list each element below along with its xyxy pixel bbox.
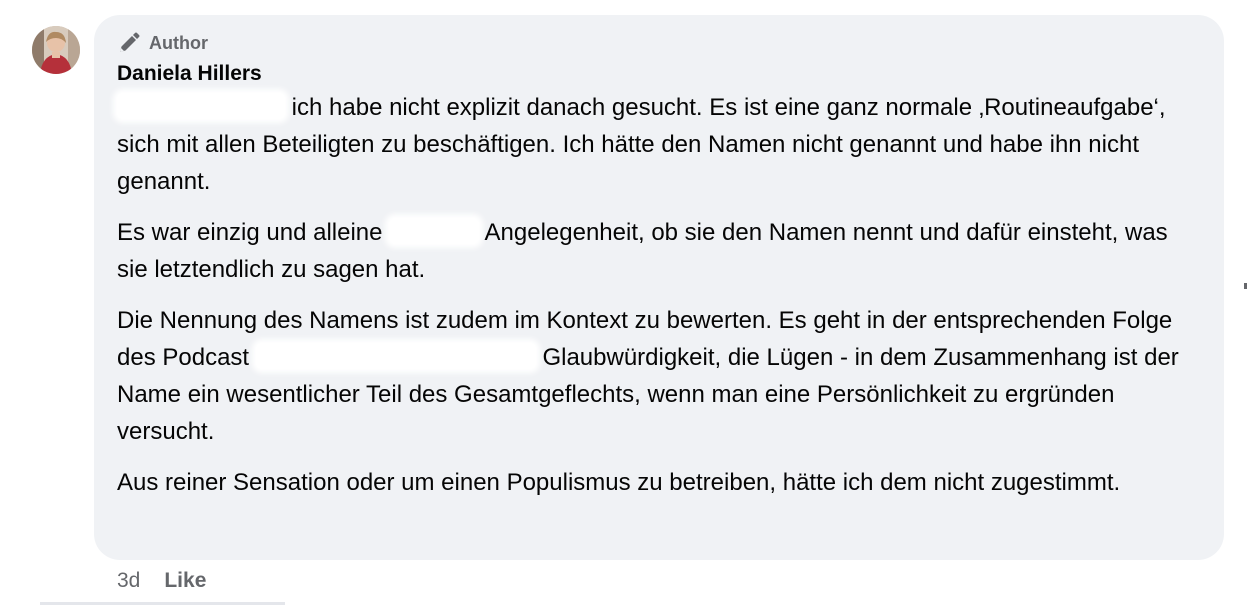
comment: Author Daniela Hillers ich habe nicht ex…	[0, 0, 1250, 608]
author-badge: Author	[117, 29, 1204, 57]
reply-divider	[40, 602, 285, 605]
comment-bubble: Author Daniela Hillers ich habe nicht ex…	[94, 15, 1224, 560]
comment-timestamp[interactable]: 3d	[117, 569, 140, 593]
redacted-podcast-title	[255, 343, 536, 369]
user-avatar[interactable]	[32, 26, 80, 74]
comment-actions: 3d Like	[117, 566, 206, 596]
like-button[interactable]: Like	[164, 569, 206, 593]
user-avatar-photo-icon	[32, 26, 80, 74]
redacted-name	[389, 218, 480, 244]
paragraph-text: Aus reiner Sensation oder um einen Popul…	[117, 469, 1121, 496]
comment-text: ich habe nicht explizit danach gesucht. …	[117, 89, 1204, 501]
comment-paragraph: Es war einzig und alleine Angelegenheit,…	[117, 214, 1204, 288]
more-options-icon[interactable]	[1244, 283, 1247, 289]
author-badge-label: Author	[149, 32, 208, 53]
comment-paragraph: ich habe nicht explizit danach gesucht. …	[117, 89, 1204, 200]
comment-paragraph: Aus reiner Sensation oder um einen Popul…	[117, 464, 1204, 501]
comment-paragraph: Die Nennung des Namens ist zudem im Kont…	[117, 302, 1204, 450]
paragraph-text: Es war einzig und alleine	[117, 219, 383, 246]
author-name-link[interactable]: Daniela Hillers	[117, 59, 1204, 89]
redacted-mention	[117, 93, 285, 119]
pen-icon	[117, 31, 141, 55]
